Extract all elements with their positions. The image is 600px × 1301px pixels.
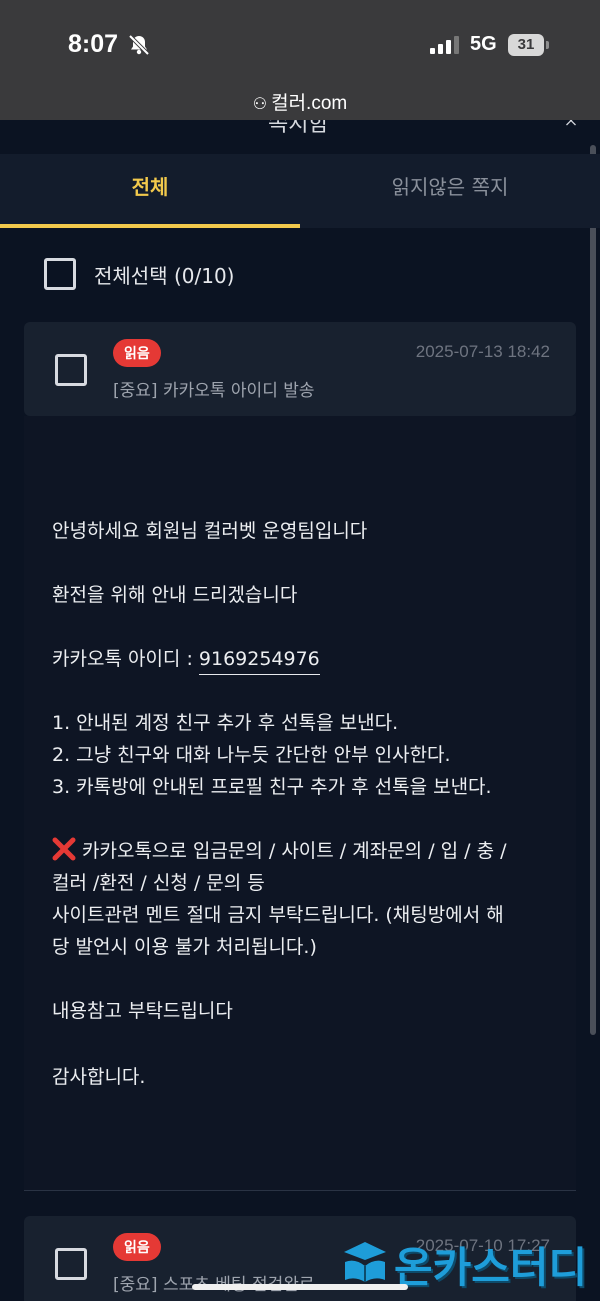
body-kakao-line: 카카오톡 아이디 : 9169254976 xyxy=(52,644,320,675)
watermark-text: 온카스터디 xyxy=(394,1243,588,1292)
body-warning-line: 당 발언시 이용 불가 처리됩니다.) xyxy=(52,936,317,958)
active-tab-indicator xyxy=(0,224,300,228)
book-logo-icon xyxy=(344,1242,386,1282)
select-all-label: 전체선택 (0/10) xyxy=(94,264,235,288)
read-badge: 읽음 xyxy=(113,1233,161,1261)
tab-bar: 전체 읽지않은 쪽지 xyxy=(0,154,600,228)
close-icon[interactable] xyxy=(559,120,583,132)
battery-level: 31 xyxy=(508,34,544,56)
cellular-signal-icon xyxy=(430,36,459,54)
bell-off-icon xyxy=(128,34,150,56)
url-bar[interactable]: ⚇ 컬러.com xyxy=(0,88,600,115)
page-title: 쪽지함 xyxy=(268,120,329,137)
select-all-checkbox[interactable] xyxy=(44,258,76,290)
clock-time: 8:07 xyxy=(68,30,119,58)
message-title: [중요] 카카오톡 아이디 발송 xyxy=(113,381,315,401)
select-all-row[interactable]: 전체선택 (0/10) xyxy=(44,258,234,290)
message-item[interactable]: 읽음 2025-07-13 18:42 [중요] 카카오톡 아이디 발송 xyxy=(24,322,576,416)
body-step: 2. 그냥 친구와 대화 나누듯 간단한 안부 인사한다. xyxy=(52,744,451,766)
body-closing: 내용참고 부탁드립니다 xyxy=(52,1000,233,1022)
tab-all[interactable]: 전체 xyxy=(0,154,300,228)
body-step: 1. 안내된 계정 친구 추가 후 선톡을 보낸다. xyxy=(52,712,399,734)
body-intro: 환전을 위해 안내 드리겠습니다 xyxy=(52,584,298,606)
status-bar: 8:07 5G 31 ⚇ 컬러.com xyxy=(0,0,600,120)
home-indicator[interactable] xyxy=(192,1284,408,1290)
message-checkbox[interactable] xyxy=(55,1248,87,1280)
battery-icon: 31 xyxy=(508,34,550,56)
domain-icon: ⚇ xyxy=(252,96,268,113)
message-date: 2025-07-13 18:42 xyxy=(415,342,550,361)
network-type: 5G xyxy=(470,33,497,55)
tab-unread[interactable]: 읽지않은 쪽지 xyxy=(300,154,600,228)
body-greeting: 안녕하세요 회원님 컬러벳 운영팀입니다 xyxy=(52,520,368,542)
message-checkbox[interactable] xyxy=(55,354,87,386)
message-body: 안녕하세요 회원님 컬러벳 운영팀입니다 환전을 위해 안내 드리겠습니다 카카… xyxy=(24,416,576,1190)
kakao-id-link[interactable]: 9169254976 xyxy=(198,648,320,675)
body-warning-line: 컬러 /환전 / 신청 / 문의 등 xyxy=(52,872,265,894)
kakao-id-label: 카카오톡 아이디 : xyxy=(52,648,199,670)
read-badge: 읽음 xyxy=(113,339,161,367)
red-cross-icon xyxy=(52,837,76,861)
body-step: 3. 카톡방에 안내된 프로필 친구 추가 후 선톡을 보낸다. xyxy=(52,776,492,798)
scrollbar[interactable] xyxy=(590,145,596,1035)
url-text: 컬러.com xyxy=(271,93,348,114)
body-warning-line: 사이트관련 멘트 절대 금지 부탁드립니다. (채팅방에서 해 xyxy=(52,904,504,926)
message-title: [중요] 스포츠 베팅 점검완료 xyxy=(113,1275,315,1295)
body-warning-line: 카카오톡으로 입금문의 / 사이트 / 계좌문의 / 입 / 충 / xyxy=(52,836,507,863)
divider xyxy=(24,1190,576,1191)
body-thanks: 감사합니다. xyxy=(52,1066,146,1088)
watermark-logo: 온카스터디 xyxy=(342,1234,592,1292)
